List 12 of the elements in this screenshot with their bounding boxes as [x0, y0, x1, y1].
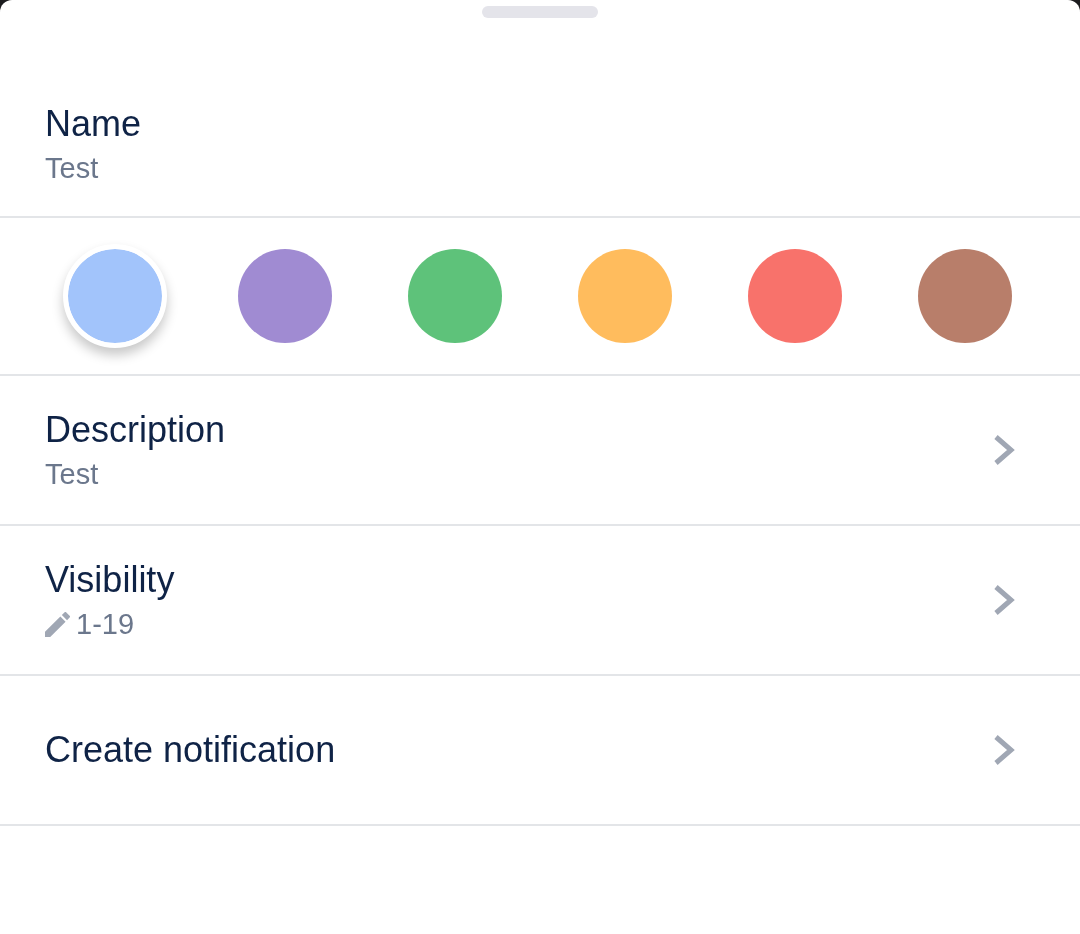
field-label: Name	[45, 102, 142, 146]
row-value: Test	[45, 457, 99, 492]
field-value: Test	[45, 151, 99, 186]
pencil-icon	[45, 611, 70, 637]
drag-handle[interactable]	[482, 6, 598, 18]
chevron-right-icon[interactable]	[993, 584, 1015, 616]
row-label[interactable]: Visibility	[45, 558, 175, 602]
row-label[interactable]: Create notification	[45, 728, 336, 772]
row-value: 1-19	[76, 607, 135, 642]
chevron-right-icon[interactable]	[993, 734, 1015, 766]
row-label[interactable]: Description	[45, 408, 226, 452]
chevron-right-icon[interactable]	[993, 434, 1015, 466]
